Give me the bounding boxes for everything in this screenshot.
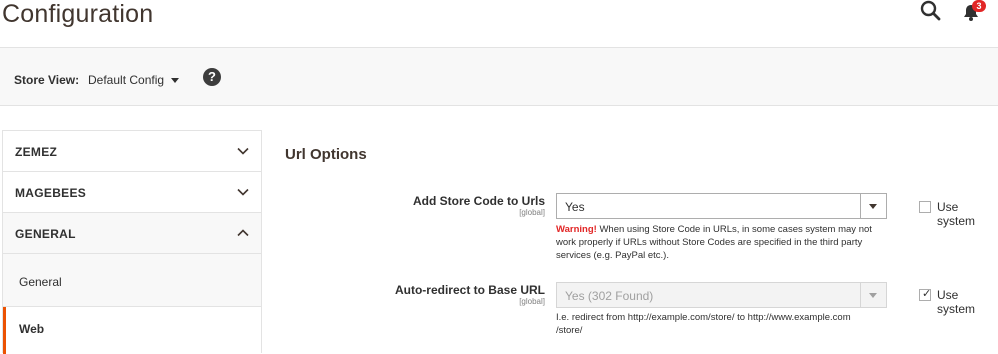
field-label-add-store-code: Add Store Code to Urls: [412, 194, 545, 208]
scope-label: [global]: [519, 297, 545, 306]
use-system-label[interactable]: Use system: [937, 288, 998, 316]
caret-down-icon: [869, 293, 877, 298]
page-title: Configuration: [2, 0, 154, 28]
caret-down-icon: [171, 78, 180, 84]
search-icon[interactable]: [920, 0, 942, 22]
field-note: Warning! When using Store Code in URLs, …: [556, 223, 876, 262]
sidebar-section-general[interactable]: GENERAL: [3, 213, 261, 254]
store-view-bar: Store View: Default Config ?: [0, 47, 998, 106]
use-system-checkbox[interactable]: [919, 201, 931, 213]
store-view-value: Default Config: [88, 73, 165, 87]
sidebar-section-zemez[interactable]: ZEMEZ: [3, 131, 261, 172]
caret-down-icon: [869, 204, 877, 209]
config-sidebar: ZEMEZ MAGEBEES GENERAL General Web: [2, 130, 262, 354]
use-system-label[interactable]: Use system: [937, 200, 998, 228]
field-label-auto-redirect: Auto-redirect to Base URL: [394, 283, 545, 297]
warning-label: Warning!: [556, 224, 597, 235]
section-title: Url Options: [285, 146, 367, 163]
sidebar-section-label: MAGEBEES: [15, 186, 87, 200]
sidebar-section-label: GENERAL: [15, 227, 76, 241]
scope-label: [global]: [519, 208, 545, 217]
sidebar-section-magebees[interactable]: MAGEBEES: [3, 172, 261, 213]
field-note: I.e. redirect from http://example.com/st…: [556, 312, 851, 336]
notification-count-badge: 3: [972, 0, 986, 12]
chevron-up-icon: [237, 229, 249, 237]
sidebar-item-label: General: [19, 275, 62, 289]
help-icon[interactable]: ?: [203, 68, 221, 86]
sidebar-section-label: ZEMEZ: [15, 145, 58, 159]
sidebar-item-label: Web: [19, 322, 45, 336]
store-view-label: Store View:: [14, 73, 80, 87]
auto-redirect-select: Yes (302 Found): [556, 282, 887, 308]
add-store-code-select[interactable]: Yes: [556, 193, 887, 219]
sidebar-item-general[interactable]: General: [3, 254, 261, 307]
select-value: Yes (302 Found): [565, 289, 654, 303]
warning-text: When using Store Code in URLs, in some c…: [556, 224, 872, 261]
store-view-switcher[interactable]: Default Config: [88, 73, 180, 87]
notifications-button[interactable]: 3: [962, 0, 986, 23]
select-value: Yes: [565, 200, 585, 214]
sidebar-item-web[interactable]: Web: [3, 307, 261, 354]
chevron-down-icon: [237, 147, 249, 155]
use-system-checkbox[interactable]: ✓: [919, 288, 932, 301]
checkmark-icon: ✓: [922, 288, 932, 300]
